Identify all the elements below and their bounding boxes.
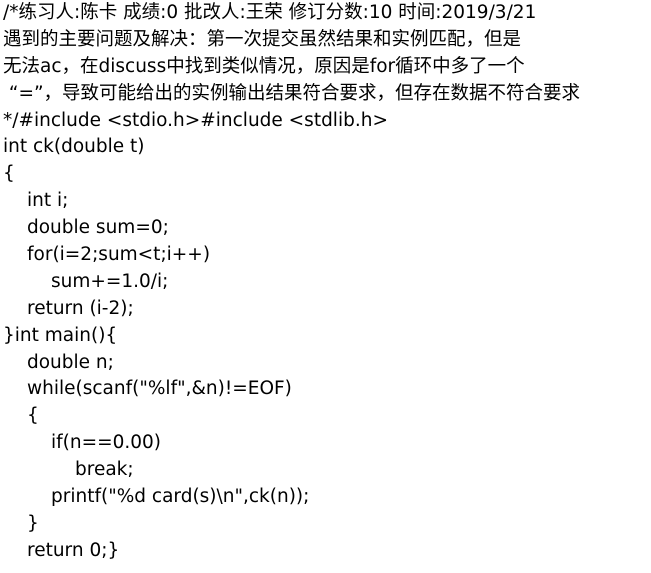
header-line-4: “=”，导致可能给出的实例输出结果符合要求，但存在数据不符合要求: [3, 82, 581, 104]
code-line-return-ck: return (i-2);: [27, 297, 134, 319]
code-line-double-n: double n;: [27, 351, 114, 373]
header-line-3: 无法ac，在discuss中找到类似情况，原因是for循环中多了一个: [3, 55, 525, 77]
code-line-ck-signature: int ck(double t): [3, 136, 145, 158]
code-line-break: break;: [75, 459, 134, 481]
code-line-sum-add: sum+=1.0/i;: [51, 270, 169, 292]
code-line-for: for(i=2;sum<t;i++): [27, 244, 211, 266]
code-line-int-i: int i;: [27, 190, 69, 212]
header-line-2: 遇到的主要问题及解决：第一次提交虽然结果和实例匹配，但是: [3, 28, 522, 50]
code-line-double-sum: double sum=0;: [27, 217, 169, 239]
document-body: /*练习人:陈卡 成绩:0 批改人:王荣 修订分数:10 时间:2019/3/2…: [3, 0, 649, 565]
code-line-include: */#include <stdio.h>#include <stdlib.h>: [3, 109, 388, 131]
code-line-open-brace: {: [3, 163, 15, 185]
code-line-while-close: }: [27, 512, 39, 534]
header-line-1: /*练习人:陈卡 成绩:0 批改人:王荣 修订分数:10 时间:2019/3/2…: [3, 2, 537, 23]
code-line-while-open: {: [27, 405, 39, 427]
code-line-return-main: return 0;}: [27, 539, 120, 561]
code-line-while: while(scanf("%lf",&n)!=EOF): [27, 378, 292, 400]
code-line-main: }int main(){: [3, 324, 118, 346]
code-line-if: if(n==0.00): [51, 432, 162, 454]
code-line-printf: printf("%d card(s)\n",ck(n));: [51, 486, 310, 508]
